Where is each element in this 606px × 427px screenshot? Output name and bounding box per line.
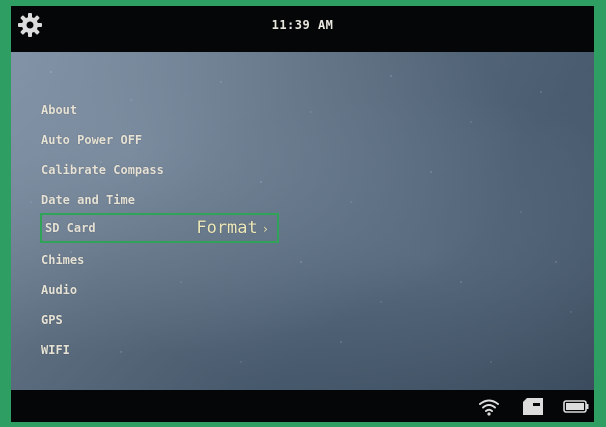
menu-item-gps[interactable]: GPS (41, 309, 281, 331)
settings-menu: About Auto Power OFF Calibrate Compass D… (11, 52, 594, 390)
screen: 11:39 AM About Auto Power OFF Calibrate … (11, 6, 594, 422)
wifi-icon (478, 398, 500, 421)
chevron-right-icon: › (261, 222, 269, 236)
format-label: Format (196, 218, 258, 238)
menu-item-audio[interactable]: Audio (41, 279, 281, 301)
menu-item-calibrate-compass[interactable]: Calibrate Compass (41, 159, 281, 181)
settings-content: About Auto Power OFF Calibrate Compass D… (11, 52, 594, 390)
menu-item-chimes[interactable]: Chimes (41, 249, 281, 271)
device-frame: 11:39 AM About Auto Power OFF Calibrate … (0, 0, 606, 427)
menu-item-wifi[interactable]: WIFI (41, 339, 281, 361)
menu-item-date-and-time[interactable]: Date and Time (41, 189, 281, 211)
bottom-status-bar (11, 390, 594, 422)
format-button[interactable]: Format › (196, 215, 269, 242)
menu-item-sd-card[interactable]: SD Card Format › (40, 213, 279, 243)
menu-item-about[interactable]: About (41, 99, 281, 121)
menu-item-auto-power-off[interactable]: Auto Power OFF (41, 129, 281, 151)
sd-card-label: SD Card (45, 221, 96, 235)
battery-icon (563, 400, 589, 418)
clock: 11:39 AM (271, 18, 334, 32)
top-status-bar: 11:39 AM (11, 6, 594, 52)
sd-card-icon (523, 398, 543, 420)
